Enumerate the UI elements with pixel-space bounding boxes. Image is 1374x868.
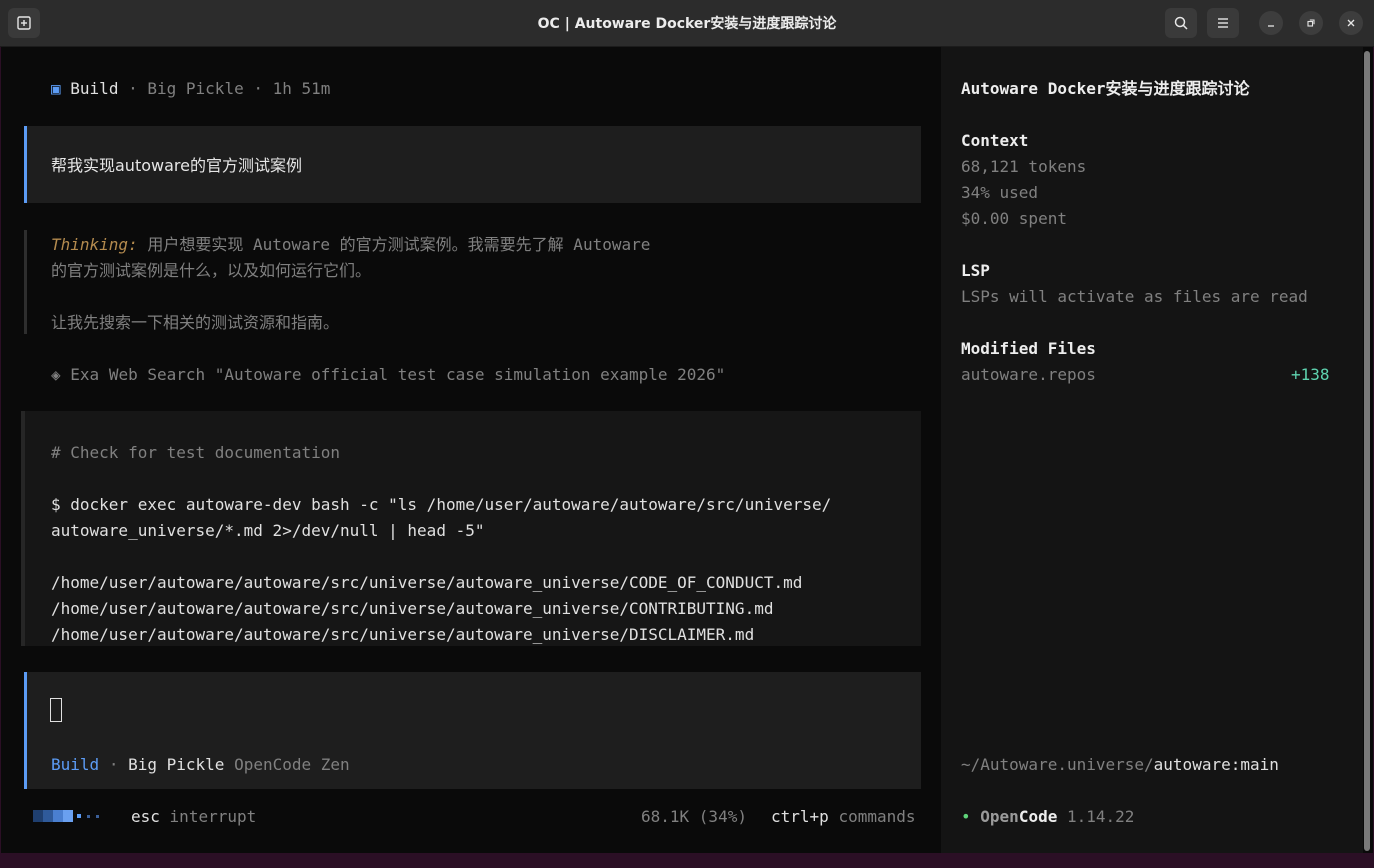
user-message-accent [24,126,27,203]
window-titlebar: OC | Autoware Docker安装与进度跟踪讨论 [0,0,1374,47]
modified-file-name[interactable]: autoware.repos [961,362,1096,388]
commands-hint: ctrl+p commands [771,804,916,830]
commands-label: commands [838,807,916,826]
app-version: • OpenCode 1.14.22 [961,804,1134,830]
text-cursor[interactable] [50,698,62,722]
interrupt-label: interrupt [169,807,257,826]
header-mode: Build [70,79,119,98]
app-name-open: Open [980,807,1019,826]
build-mode-icon: ▣ [51,79,61,98]
context-spent: $0.00 spent [961,209,1067,228]
modified-files-heading: Modified Files [961,339,1096,358]
menu-button[interactable] [1207,8,1239,38]
modified-file-delta: +138 [1291,365,1330,384]
lsp-heading: LSP [961,261,990,280]
prompt-input-accent [24,672,27,789]
minimize-icon [1268,25,1274,27]
hamburger-menu-icon [1218,18,1228,28]
input-provider: OpenCode Zen [234,755,350,774]
bash-output-line: /home/user/autoware/autoware/src/univers… [51,573,803,592]
prompt-agent-info: Build · Big Pickle OpenCode Zen [51,752,350,778]
commands-key: ctrl+p [771,807,829,826]
input-separator: · [108,755,119,774]
bash-command-line-2: autoware_universe/*.md 2>/dev/null | hea… [51,521,485,540]
thinking-label: Thinking: [51,235,138,254]
thinking-line-1: Thinking: 用户想要实现 Autoware 的官方测试案例。我需要先了解… [51,232,650,258]
thinking-bar [24,230,27,334]
session-header: ▣ Build · Big Pickle · 1h 51m [51,76,330,102]
minimize-button[interactable] [1259,11,1283,35]
web-search-icon: ◈ [51,365,61,384]
scrollbar[interactable] [1364,51,1370,851]
terminal-window[interactable]: ▣ Build · Big Pickle · 1h 51m 帮我实现autowa… [1,47,1373,853]
close-button[interactable] [1339,11,1363,35]
maximize-button[interactable] [1299,11,1323,35]
interrupt-hint: esc interrupt [131,804,256,830]
new-tab-button[interactable] [8,8,40,38]
header-duration: 1h 51m [272,79,331,98]
session-title: Autoware Docker安装与进度跟踪讨论 [961,79,1250,98]
tool-call-text: Exa Web Search "Autoware official test c… [70,365,726,384]
status-dot-icon: • [961,807,971,826]
header-separator: · [128,79,138,98]
conversation-pane[interactable]: ▣ Build · Big Pickle · 1h 51m 帮我实现autowa… [1,47,941,853]
close-icon [1347,19,1355,27]
progress-spinner [33,810,99,822]
restore-icon [1307,19,1315,27]
thinking-line-3: 让我先搜索一下相关的测试资源和指南。 [51,313,340,332]
bash-bar [21,411,25,646]
thinking-line-2: 的官方测试案例是什么，以及如何运行它们。 [51,261,372,280]
bash-comment: # Check for test documentation [51,443,340,462]
context-used: 34% used [961,183,1039,202]
search-icon [1174,16,1188,30]
workspace-path: ~/Autoware.universe/autoware:main [961,752,1279,778]
window-bottom-border [0,853,1374,868]
header-separator: · [253,79,263,98]
token-usage: 68.1K (34%) [641,807,747,826]
lsp-status: LSPs will activate as files are read [961,287,1308,306]
git-branch: autoware:main [1153,755,1279,774]
new-tab-icon [17,16,31,30]
header-model: Big Pickle [147,79,244,98]
input-model[interactable]: Big Pickle [128,755,224,774]
context-tokens: 68,121 tokens [961,157,1087,176]
bash-command-line-1: $ docker exec autoware-dev bash -c "ls /… [51,495,832,514]
search-button[interactable] [1165,8,1197,38]
version-number: 1.14.22 [1066,807,1135,826]
tool-call: ◈ Exa Web Search "Autoware official test… [51,362,725,388]
app-name-code: Code [1018,807,1058,826]
interrupt-key: esc [131,807,160,826]
bash-output-line: /home/user/autoware/autoware/src/univers… [51,625,755,644]
path-prefix: ~/Autoware.universe/ [961,755,1154,774]
context-heading: Context [961,131,1029,150]
thinking-text: 用户想要实现 Autoware 的官方测试案例。我需要先了解 Autoware [147,235,651,254]
user-message: 帮我实现autoware的官方测试案例 [51,156,302,175]
session-sidebar: Autoware Docker安装与进度跟踪讨论 Context 68,121 … [941,47,1363,853]
input-mode[interactable]: Build [51,755,99,774]
bash-output-line: /home/user/autoware/autoware/src/univers… [51,599,774,618]
